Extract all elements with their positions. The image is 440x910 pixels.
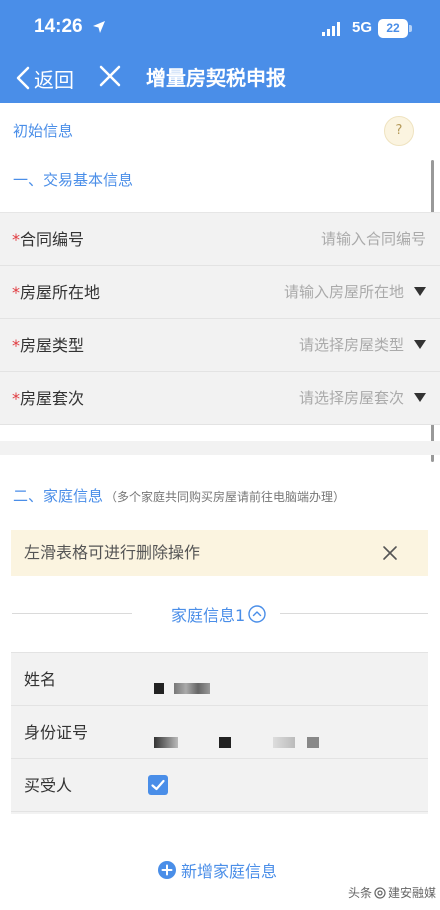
location-arrow-icon [93, 21, 105, 33]
house-type-row[interactable]: *房屋类型 请选择房屋类型 [0, 319, 440, 372]
id-number-row[interactable]: 身份证号 [11, 706, 428, 759]
page-title: 增量房契税申报 [146, 66, 286, 90]
redacted-value [174, 683, 210, 694]
house-count-select[interactable]: 请选择房屋套次 [299, 372, 404, 425]
house-type-label: *房屋类型 [12, 336, 85, 355]
house-location-input[interactable]: 请输入房屋所在地 [284, 266, 404, 319]
back-label: 返回 [34, 67, 74, 92]
house-location-row[interactable]: *房屋所在地 请输入房屋所在地 [0, 266, 440, 319]
contract-number-label: *合同编号 [12, 230, 85, 249]
family-info-table: 姓名 身份证号 买受人 [11, 652, 428, 814]
chevron-left-icon [16, 66, 30, 90]
contract-number-input[interactable]: 请输入合同编号 [321, 213, 426, 266]
top-bar: 14:26 5G 22 返回 增量房契税申报 [0, 0, 440, 103]
house-location-label: *房屋所在地 [12, 283, 101, 302]
buyer-checkbox[interactable] [148, 775, 168, 795]
divider-right [280, 613, 428, 614]
tip-banner: 左滑表格可进行删除操作 [11, 530, 428, 576]
chevron-up-circle-icon [248, 605, 266, 623]
help-button[interactable]: ? [384, 116, 414, 146]
status-time: 14:26 [34, 16, 83, 37]
house-count-label: *房屋套次 [12, 389, 85, 408]
name-label: 姓名 [24, 670, 57, 689]
id-number-label: 身份证号 [24, 723, 89, 742]
section-basic-info-title: 一、交易基本信息 [13, 171, 134, 189]
network-label: 5G [352, 19, 373, 36]
battery-icon: 22 [378, 19, 408, 38]
divider-left [12, 613, 132, 614]
buyer-row[interactable]: 买受人 [11, 759, 428, 812]
section-family-info-title: 二、家庭信息 （多个家庭共同购买房屋请前往电脑端办理） [13, 487, 346, 505]
add-family-button[interactable]: 新增家庭信息 [158, 858, 277, 882]
buyer-label: 买受人 [24, 776, 73, 795]
checkmark-icon [151, 779, 165, 791]
watermark: 头条 建安融媒 [348, 886, 437, 900]
initial-info-link[interactable]: 初始信息 [13, 120, 73, 141]
dropdown-arrow-icon [414, 393, 426, 402]
redacted-value [273, 737, 295, 748]
close-icon[interactable] [381, 544, 399, 562]
close-icon[interactable] [98, 64, 122, 88]
dropdown-arrow-icon [414, 287, 426, 296]
family-info-title: 家庭信息1 [171, 606, 246, 625]
redacted-value [154, 683, 164, 694]
redacted-value [219, 737, 231, 748]
battery-cap [409, 25, 412, 32]
name-row[interactable]: 姓名 [11, 653, 428, 706]
basic-info-form: *合同编号 请输入合同编号 *房屋所在地 请输入房屋所在地 *房屋类型 请选择房… [0, 212, 440, 425]
house-count-row[interactable]: *房屋套次 请选择房屋套次 [0, 372, 440, 425]
dropdown-arrow-icon [414, 340, 426, 349]
plus-circle-icon [158, 861, 176, 879]
add-family-label: 新增家庭信息 [181, 862, 278, 881]
family-info-toggle[interactable]: 家庭信息1 [171, 602, 266, 626]
section-family-note: （多个家庭共同购买房屋请前往电脑端办理） [105, 490, 346, 504]
back-button[interactable]: 返回 [16, 62, 74, 94]
redacted-value [154, 737, 178, 748]
house-type-select[interactable]: 请选择房屋类型 [299, 319, 404, 372]
signal-icon [322, 22, 340, 36]
contract-number-row[interactable]: *合同编号 请输入合同编号 [0, 213, 440, 266]
redacted-value [307, 737, 319, 748]
at-icon [374, 886, 386, 899]
section-divider [0, 441, 440, 455]
tip-text: 左滑表格可进行删除操作 [24, 543, 201, 562]
